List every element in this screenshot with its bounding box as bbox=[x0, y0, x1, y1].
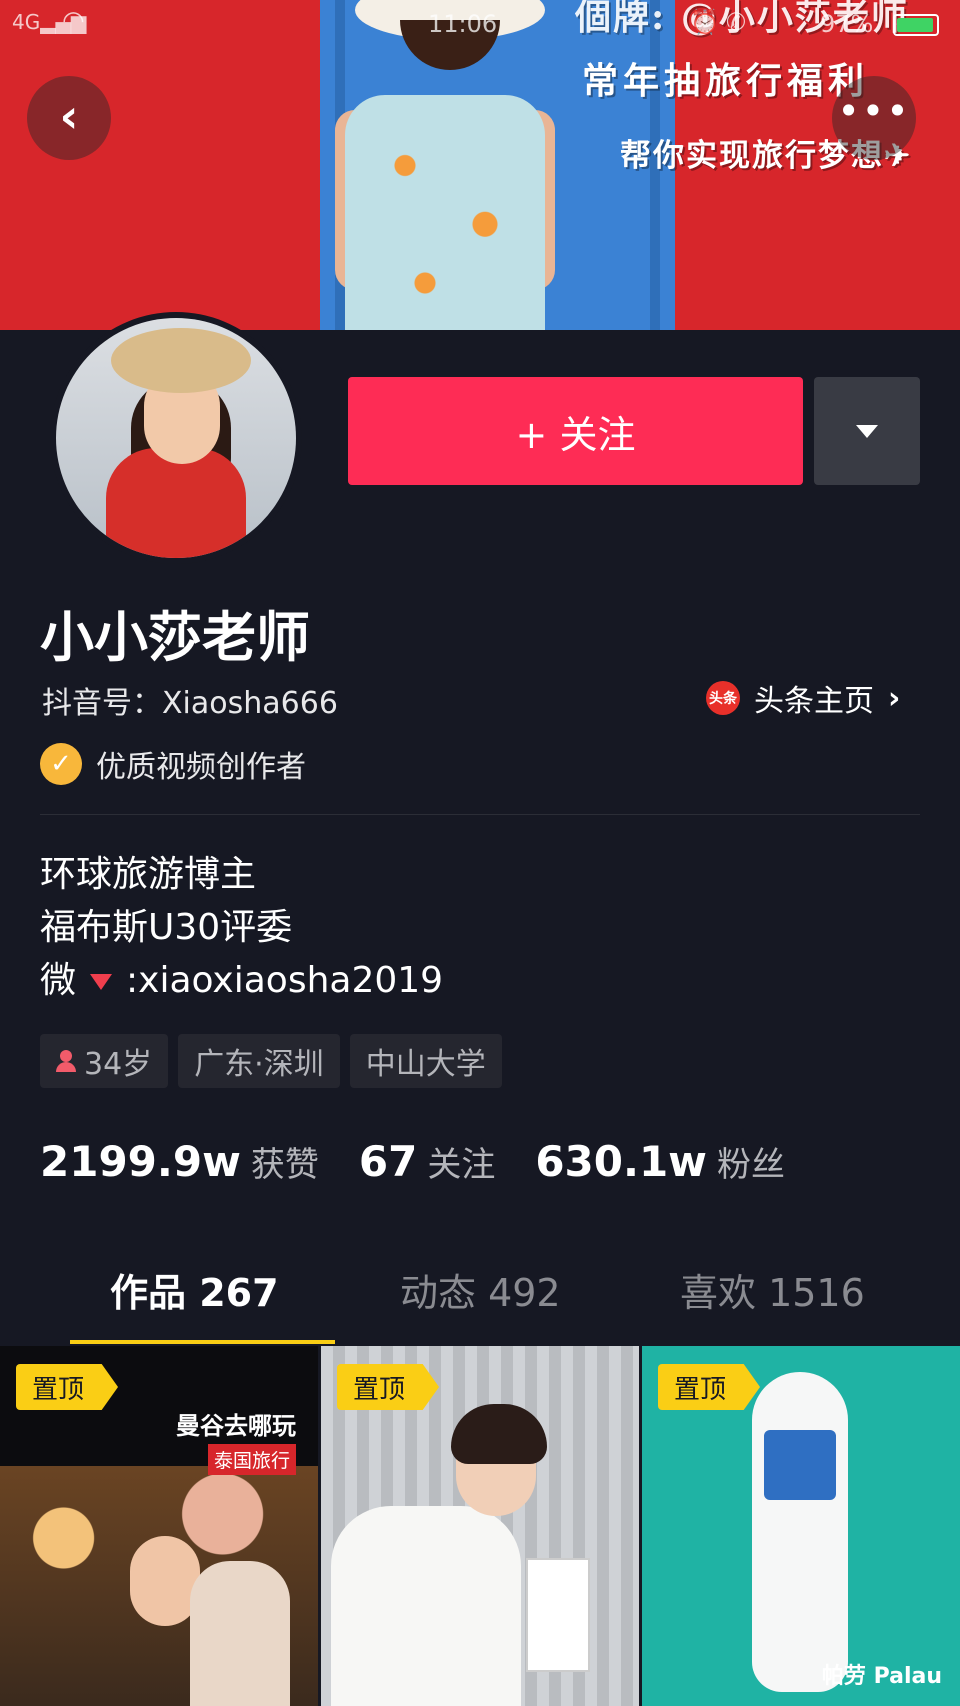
bio-line: 福布斯U30评委 bbox=[40, 907, 293, 948]
thumbnail-title: 曼谷去哪玩 bbox=[176, 1412, 296, 1440]
pinned-badge: 置顶 bbox=[337, 1364, 440, 1410]
tab-moments[interactable]: 动态 492 bbox=[400, 1262, 561, 1317]
profile-stats: 2199.9w 获赞 67 关注 630.1w 粉丝 bbox=[40, 1137, 825, 1186]
video-grid: 置顶 曼谷去哪玩 泰国旅行 置顶 置顶 帕劳 Palau bbox=[0, 1346, 960, 1706]
status-time: 11:06 bbox=[428, 10, 498, 38]
network-type: 4G bbox=[12, 10, 41, 34]
video-thumbnail[interactable]: 置顶 bbox=[321, 1346, 639, 1706]
pinned-badge: 置顶 bbox=[658, 1364, 761, 1410]
wifi-icon: ◠ bbox=[62, 6, 85, 36]
avatar-jacket bbox=[106, 448, 246, 558]
stat-value: 2199.9w bbox=[40, 1137, 241, 1186]
thumbnail-person bbox=[190, 1561, 290, 1706]
thumbnail-caption: 帕劳 Palau bbox=[821, 1664, 942, 1689]
caret-down-icon bbox=[856, 424, 878, 438]
school-tag: 中山大学 bbox=[349, 1034, 502, 1088]
followers-stat[interactable]: 630.1w 粉丝 bbox=[535, 1137, 785, 1186]
back-button[interactable]: ‹ bbox=[27, 76, 111, 160]
toutiao-label: 头条主页 bbox=[754, 684, 874, 719]
chevron-right-icon: › bbox=[888, 680, 901, 716]
thumbnail-paper bbox=[526, 1558, 590, 1672]
age-text: 34岁 bbox=[84, 1047, 153, 1082]
banner-dress bbox=[345, 95, 545, 330]
status-icons: ⏰✆ bbox=[690, 8, 752, 36]
thumbnail-person bbox=[331, 1506, 521, 1706]
bio-text: :xiaoxiaosha2019 bbox=[126, 960, 444, 1001]
more-button[interactable]: ••• bbox=[832, 76, 916, 160]
check-icon: ✓ bbox=[40, 743, 82, 785]
tab-likes[interactable]: 喜欢 1516 bbox=[680, 1262, 865, 1317]
heart-icon bbox=[90, 974, 113, 990]
avatar-photo bbox=[56, 318, 296, 558]
content-tabs: 作品 267 动态 492 喜欢 1516 bbox=[0, 1262, 960, 1344]
stat-label: 获赞 bbox=[250, 1145, 319, 1185]
thumbnail-boat bbox=[752, 1372, 848, 1692]
likes-stat: 2199.9w 获赞 bbox=[40, 1137, 319, 1186]
location-tag: 广东·深圳 bbox=[178, 1034, 340, 1088]
stat-label: 粉丝 bbox=[716, 1145, 785, 1185]
bio-line: 微 :xiaoxiaosha2019 bbox=[40, 951, 443, 1003]
douyin-id[interactable]: 抖音号：Xiaosha666 bbox=[42, 678, 338, 722]
divider bbox=[40, 814, 920, 815]
thumbnail-person-hair bbox=[451, 1404, 547, 1464]
thumbnail-boat-canopy bbox=[764, 1430, 836, 1500]
following-stat[interactable]: 67 关注 bbox=[359, 1137, 495, 1186]
nickname: 小小莎老师 bbox=[40, 606, 310, 669]
battery-icon bbox=[893, 14, 939, 36]
profile-tags: 34岁 广东·深圳 中山大学 bbox=[40, 1034, 502, 1088]
chevron-left-icon: ‹ bbox=[59, 89, 79, 143]
stat-value: 67 bbox=[358, 1137, 418, 1186]
video-thumbnail[interactable]: 置顶 曼谷去哪玩 泰国旅行 bbox=[0, 1346, 318, 1706]
video-thumbnail[interactable]: 置顶 帕劳 Palau bbox=[642, 1346, 960, 1706]
tab-indicator bbox=[70, 1340, 335, 1344]
bio-line: 环球旅游博主 bbox=[40, 854, 257, 895]
tab-works[interactable]: 作品 267 bbox=[110, 1262, 279, 1317]
toutiao-homepage-link[interactable]: 头条 头条主页 › bbox=[706, 676, 900, 720]
follow-button[interactable]: + 关注 bbox=[348, 377, 803, 485]
age-tag: 34岁 bbox=[40, 1034, 169, 1088]
verified-badge: ✓ 优质视频创作者 bbox=[40, 742, 306, 786]
recommend-dropdown-button[interactable] bbox=[814, 377, 920, 485]
battery-percent: 97% bbox=[820, 10, 874, 38]
person-icon bbox=[56, 1050, 76, 1072]
pinned-badge: 置顶 bbox=[16, 1364, 119, 1410]
bio-text: 微 bbox=[40, 960, 77, 1001]
thumbnail-subtitle: 泰国旅行 bbox=[207, 1444, 296, 1475]
status-bar: 4G▂▄▆ ◠ 11:06 ⏰✆ 97% bbox=[0, 0, 960, 50]
more-dots-icon: ••• bbox=[837, 89, 911, 133]
toutiao-icon: 头条 bbox=[706, 681, 740, 715]
avatar[interactable] bbox=[50, 312, 302, 564]
verified-label: 优质视频创作者 bbox=[96, 750, 306, 785]
stat-value: 630.1w bbox=[535, 1137, 707, 1186]
banner-text-2: 常年抽旅行福利 bbox=[582, 60, 870, 102]
stat-label: 关注 bbox=[427, 1145, 496, 1185]
avatar-hat bbox=[111, 328, 251, 393]
